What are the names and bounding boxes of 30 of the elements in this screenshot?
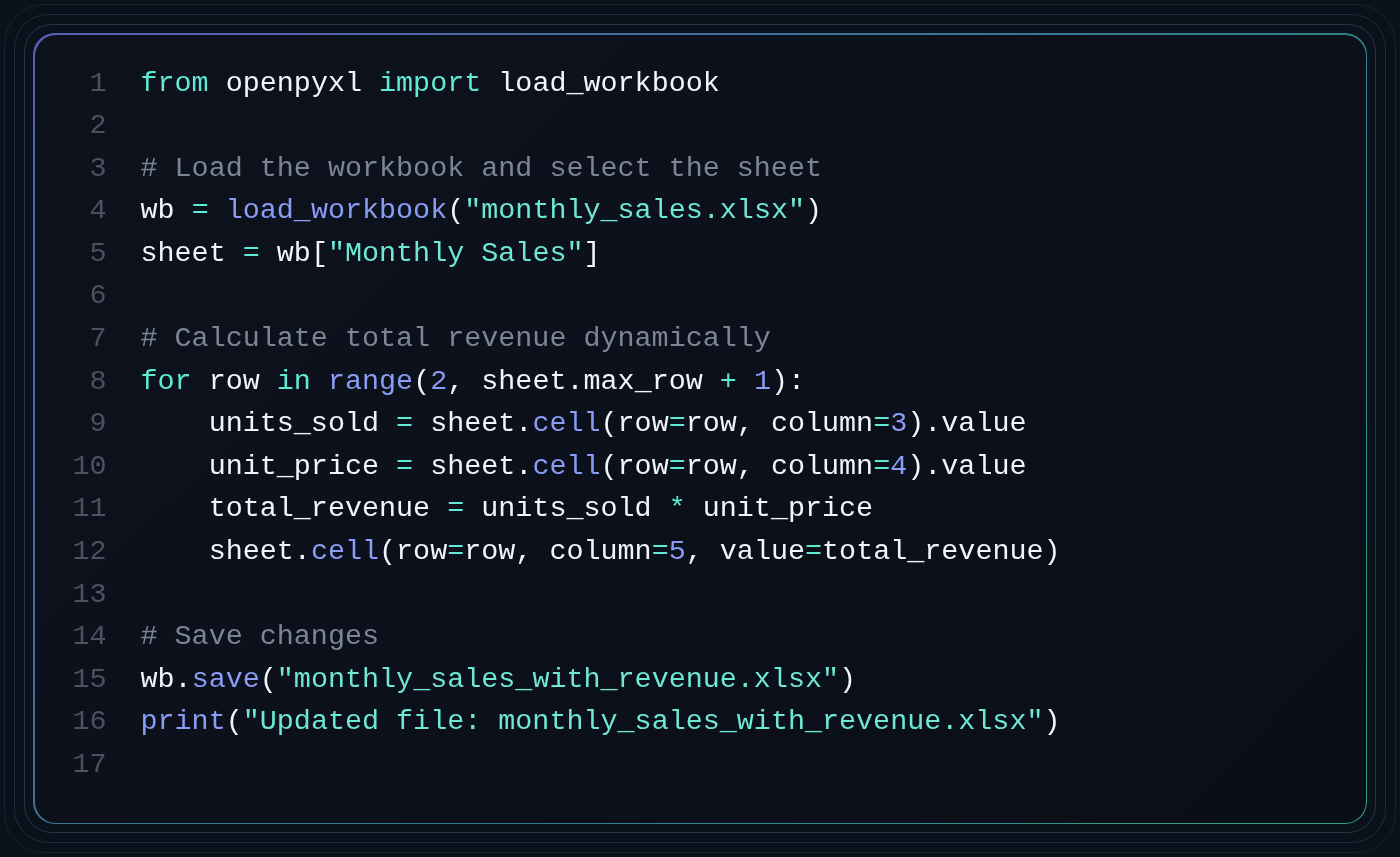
code-line: print("Updated file: monthly_sales_with_revenue.xlsx") (140, 704, 1061, 741)
code-line: from openpyxl import load_workbook (140, 65, 720, 102)
code-line: for row in range(2, sheet.max_row + 1): (140, 363, 806, 400)
line-number: 9 (88, 406, 107, 443)
line-number: 16 (72, 704, 107, 741)
line-number: 14 (72, 619, 107, 656)
code-line: # Save changes (140, 619, 380, 656)
line-number: 2 (88, 108, 107, 145)
line-number: 10 (72, 448, 107, 485)
line-number: 4 (88, 193, 107, 230)
line-number: 8 (88, 363, 107, 400)
code-line: # Calculate total revenue dynamically (140, 321, 771, 358)
line-number: 5 (88, 235, 107, 272)
code-line: sheet = wb["Monthly Sales"] (140, 235, 601, 272)
code-line: sheet.cell(row=row, column=5, value=total_revenue) (207, 534, 1061, 571)
line-number: 6 (88, 278, 107, 315)
line-number: 11 (72, 491, 107, 528)
line-number: 1 (88, 65, 107, 102)
code-line: units_sold = sheet.cell(row=row, column=3).value (207, 406, 1027, 443)
line-number: 7 (88, 321, 107, 358)
code-line: total_revenue = units_sold * unit_price (207, 491, 874, 528)
code-line: wb.save("monthly_sales_with_revenue.xlsx") (140, 661, 857, 698)
line-number: 13 (72, 576, 107, 613)
line-number: 3 (88, 150, 107, 187)
line-number: 15 (72, 661, 107, 698)
code-line: wb = load_workbook("monthly_sales.xlsx") (140, 193, 823, 230)
code-line: # Load the workbook and select the sheet (140, 150, 822, 187)
line-number: 17 (72, 747, 107, 783)
code-line: unit_price = sheet.cell(row=row, column=4).value (207, 448, 1027, 485)
line-number: 12 (72, 534, 107, 571)
